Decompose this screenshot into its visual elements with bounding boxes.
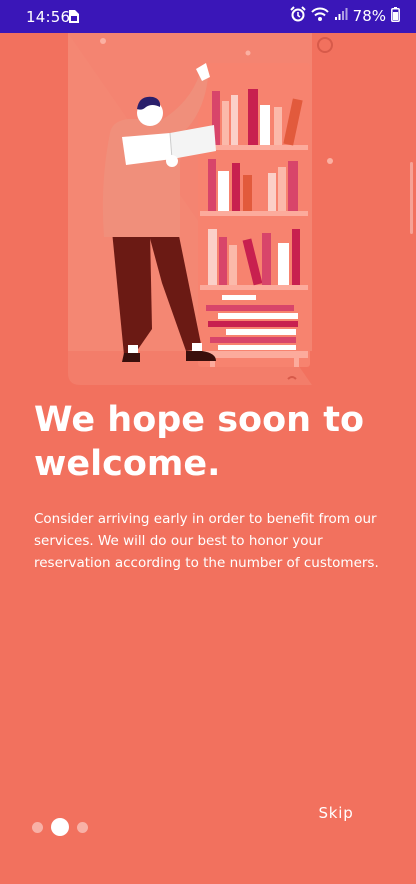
onboarding-screen: 14:56 78% We hope soon to welcome. Consi… <box>0 0 416 884</box>
wifi-icon <box>310 7 329 26</box>
scroll-indicator <box>410 162 413 234</box>
battery-icon <box>391 6 400 26</box>
signal-icon <box>334 7 348 25</box>
page-dot-2-active[interactable] <box>51 818 69 836</box>
onboarding-description: Consider arriving early in order to bene… <box>34 511 379 571</box>
battery-percentage: 78% <box>352 7 386 25</box>
alarm-icon <box>289 6 306 26</box>
status-time: 14:56 <box>26 8 71 26</box>
page-dot-3[interactable] <box>77 821 88 833</box>
status-icons: 78% <box>289 6 400 26</box>
reading-person-illustration <box>0 33 416 393</box>
page-indicator <box>32 817 88 837</box>
sim-card-icon <box>68 9 80 28</box>
page-dot-1[interactable] <box>32 821 43 833</box>
skip-button[interactable]: Skip <box>306 800 366 826</box>
status-bar: 14:56 78% <box>0 0 416 33</box>
onboarding-title: We hope soon to welcome. <box>34 400 365 484</box>
